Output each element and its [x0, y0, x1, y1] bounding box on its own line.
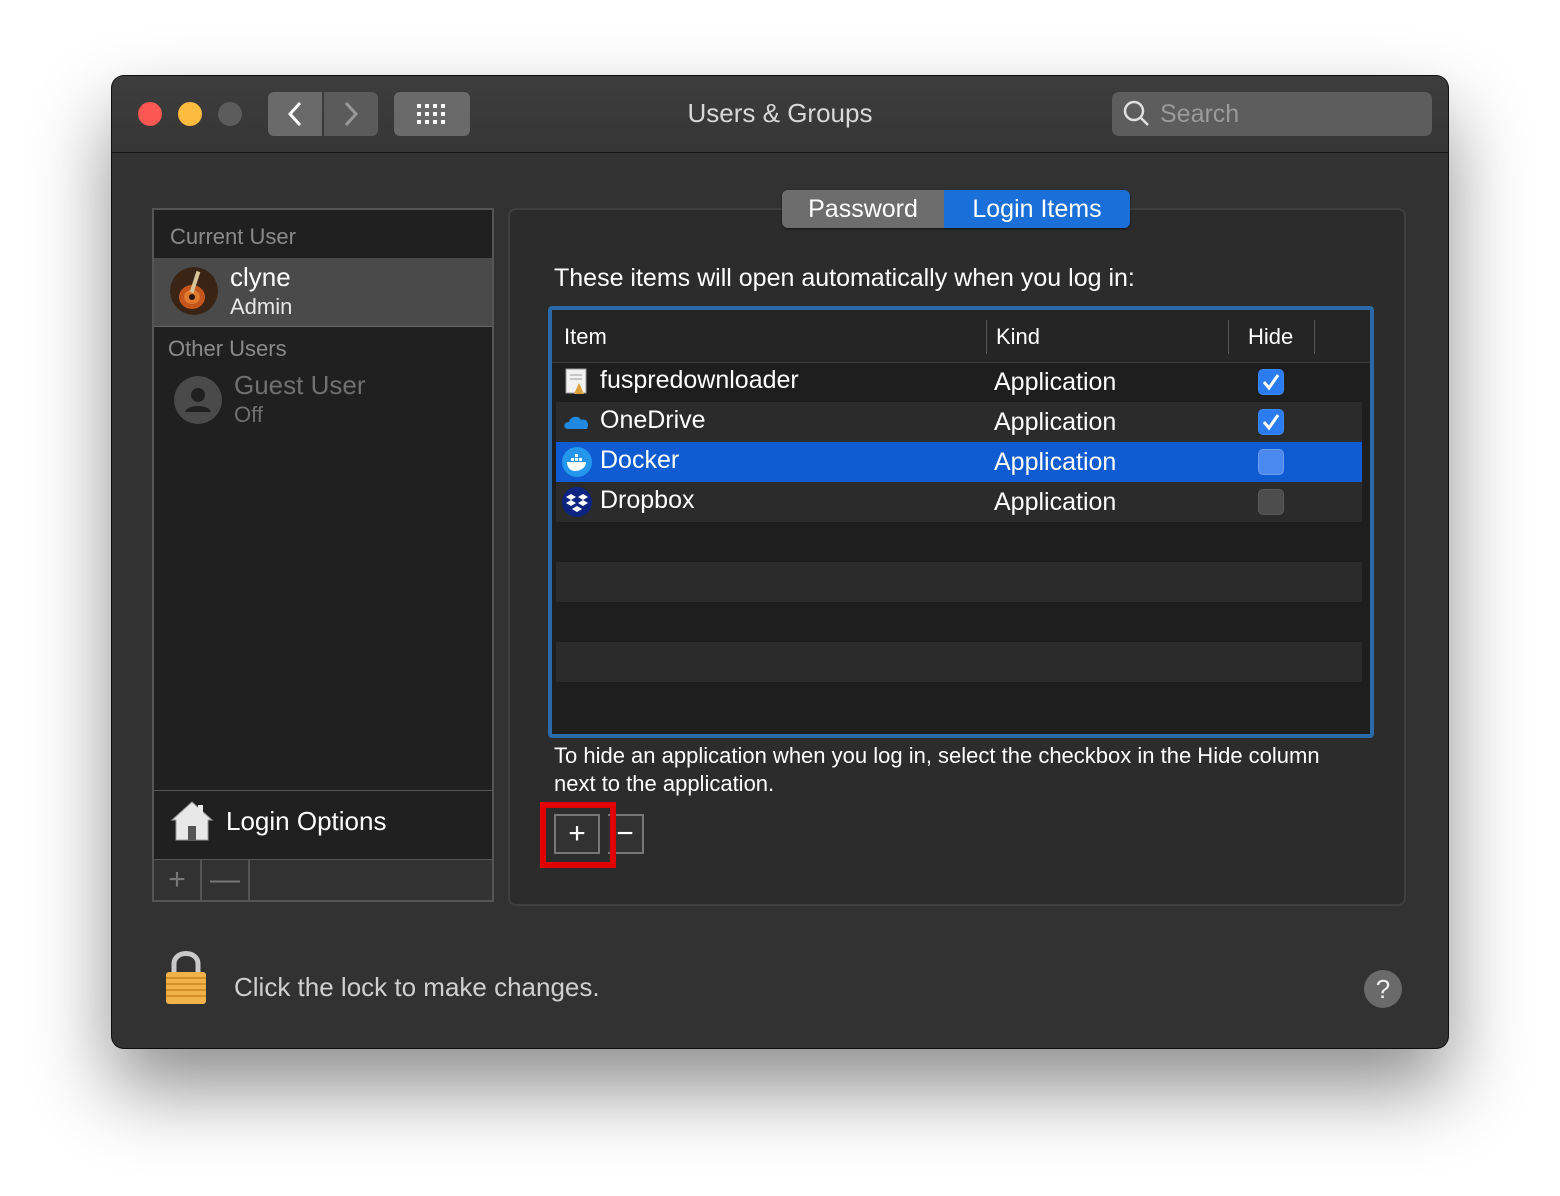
- lock-icon[interactable]: [162, 948, 210, 1006]
- checkmark-icon: [1262, 374, 1280, 391]
- remove-login-item-button[interactable]: −: [608, 814, 644, 854]
- empty-row: [556, 522, 1362, 562]
- tab-password[interactable]: Password: [782, 190, 944, 228]
- item-kind: Application: [994, 368, 1117, 396]
- empty-row: [556, 642, 1362, 682]
- zoom-button[interactable]: [218, 102, 242, 126]
- empty-row: [556, 682, 1362, 722]
- users-groups-window: Users & Groups Current User clyne: [112, 76, 1448, 1048]
- users-list: Current User clyne Admin Other Users Gue…: [152, 208, 494, 794]
- window-title: Users & Groups: [687, 98, 873, 128]
- column-divider: [1228, 320, 1229, 354]
- column-header-item[interactable]: Item: [564, 324, 607, 350]
- search-input[interactable]: [1158, 98, 1422, 130]
- table-row[interactable]: Docker Application: [556, 442, 1362, 482]
- hide-checkbox[interactable]: [1258, 409, 1284, 435]
- search-icon: [1123, 100, 1149, 126]
- item-kind: Application: [994, 408, 1117, 436]
- search-field[interactable]: [1112, 92, 1432, 136]
- column-divider: [986, 320, 987, 354]
- table-header: Item Kind Hide: [552, 310, 1370, 363]
- other-users-header: Other Users: [168, 336, 287, 361]
- chevron-left-icon: [287, 101, 302, 127]
- column-header-hide[interactable]: Hide: [1248, 324, 1293, 350]
- close-button[interactable]: [138, 102, 162, 126]
- add-login-item-button[interactable]: +: [554, 814, 600, 854]
- dropbox-icon: [562, 487, 592, 517]
- guitar-avatar-icon: [170, 267, 218, 315]
- help-button[interactable]: ?: [1364, 970, 1402, 1008]
- item-name: fuspredownloader: [600, 366, 799, 394]
- guest-user-name: Guest User: [234, 370, 366, 400]
- chevron-right-icon: [344, 101, 359, 127]
- checkmark-icon: [1262, 414, 1280, 431]
- table-row[interactable]: fuspredownloader Application: [556, 362, 1362, 402]
- hide-checkbox[interactable]: [1258, 449, 1284, 475]
- user-list-buttons: + —: [152, 860, 494, 902]
- grid-icon: [417, 104, 445, 124]
- item-kind: Application: [994, 488, 1117, 516]
- login-items-intro: These items will open automatically when…: [554, 264, 1135, 292]
- current-user-name: clyne: [230, 262, 291, 292]
- item-name: Dropbox: [600, 486, 695, 514]
- lock-status-text[interactable]: Click the lock to make changes.: [234, 972, 600, 1003]
- user-row-clyne[interactable]: clyne Admin: [154, 258, 492, 327]
- script-app-icon: [565, 368, 587, 394]
- back-button[interactable]: [268, 92, 322, 136]
- house-icon: [170, 801, 214, 841]
- table-row[interactable]: Dropbox Application: [556, 482, 1362, 522]
- current-user-header: Current User: [170, 224, 296, 249]
- remove-user-button[interactable]: —: [202, 860, 250, 900]
- cloud-icon: [564, 416, 589, 429]
- hide-hint-text: To hide an application when you log in, …: [554, 743, 1320, 796]
- column-divider: [1314, 320, 1315, 354]
- hide-checkbox[interactable]: [1258, 369, 1284, 395]
- user-row-guest[interactable]: Guest User Off: [154, 366, 492, 434]
- login-options-button[interactable]: Login Options: [152, 790, 494, 861]
- tab-bar: Password Login Items: [782, 190, 1130, 228]
- hide-checkbox[interactable]: [1258, 489, 1284, 515]
- docker-whale-icon: [562, 447, 592, 477]
- item-name: Docker: [600, 446, 680, 474]
- login-options-label: Login Options: [226, 806, 387, 836]
- login-items-table[interactable]: Item Kind Hide fuspredownloader Applicat…: [548, 306, 1374, 738]
- item-name: OneDrive: [600, 406, 706, 434]
- column-header-kind[interactable]: Kind: [996, 324, 1040, 350]
- tab-login-items[interactable]: Login Items: [944, 190, 1130, 228]
- person-icon: [174, 376, 222, 424]
- empty-row: [556, 602, 1362, 642]
- add-user-button[interactable]: +: [154, 860, 202, 900]
- empty-row: [556, 562, 1362, 602]
- minimize-button[interactable]: [178, 102, 202, 126]
- forward-button[interactable]: [324, 92, 378, 136]
- show-all-button[interactable]: [394, 92, 470, 136]
- item-kind: Application: [994, 448, 1117, 476]
- title-bar: Users & Groups: [112, 76, 1448, 153]
- table-row[interactable]: OneDrive Application: [556, 402, 1362, 442]
- guest-user-status: Off: [234, 402, 263, 427]
- current-user-role: Admin: [230, 294, 293, 319]
